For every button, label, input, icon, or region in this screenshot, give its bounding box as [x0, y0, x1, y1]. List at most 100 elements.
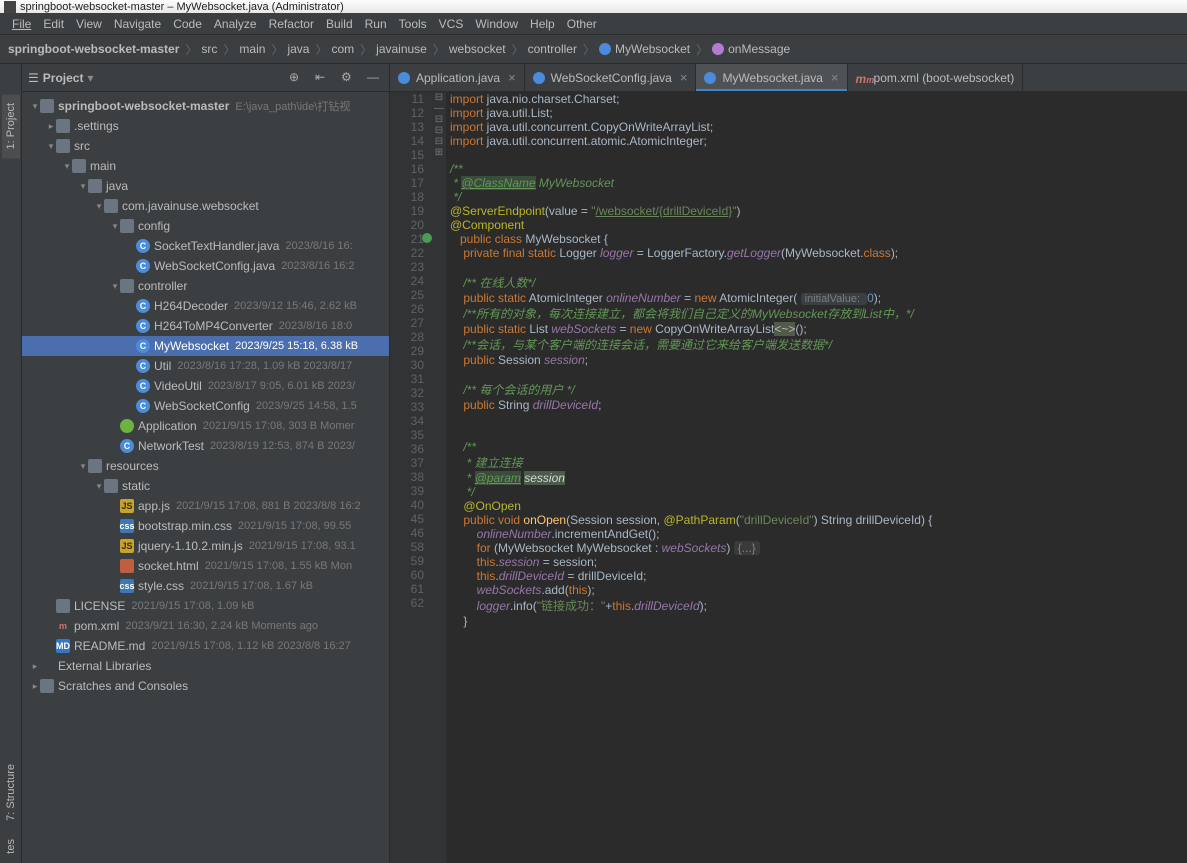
tree-node[interactable]: cssstyle.css2021/9/15 17:08, 1.67 kB	[22, 576, 389, 596]
tree-node[interactable]: ▾static	[22, 476, 389, 496]
hide-icon[interactable]: —	[367, 70, 383, 86]
tool-tab-structure[interactable]: 7: Structure	[2, 755, 20, 830]
close-icon[interactable]: ×	[508, 70, 516, 85]
crumb-root[interactable]: springboot-websocket-master	[8, 42, 179, 56]
tree-node[interactable]: ▾ com.javainuse.websocket	[22, 196, 389, 216]
tree-node[interactable]: JSapp.js2021/9/15 17:08, 881 B 2023/8/8 …	[22, 496, 389, 516]
file-icon	[56, 599, 70, 613]
tree-twisty[interactable]: ▾	[62, 161, 72, 172]
gear-icon[interactable]: ⚙	[341, 70, 357, 86]
tree-node[interactable]: LICENSE2021/9/15 17:08, 1.09 kB	[22, 596, 389, 616]
tree-twisty[interactable]: ▸	[30, 681, 40, 692]
tree-node[interactable]: JSjquery-1.10.2.min.js2021/9/15 17:08, 9…	[22, 536, 389, 556]
locate-icon[interactable]: ⊕	[289, 70, 305, 86]
chevron-down-icon[interactable]: ▾	[87, 71, 93, 85]
java-icon	[136, 379, 150, 393]
menu-tools[interactable]: Tools	[393, 15, 433, 33]
java-icon	[136, 319, 150, 333]
tree-node[interactable]: ▾config	[22, 216, 389, 236]
tree-node[interactable]: ▾src	[22, 136, 389, 156]
tree-node[interactable]: ▾springboot-websocket-masterE:\java_path…	[22, 96, 389, 116]
tree-twisty[interactable]: ▾	[110, 221, 120, 232]
tree-meta: E:\java_path\ide\打钻视	[235, 98, 350, 114]
menu-help[interactable]: Help	[524, 15, 561, 33]
project-tree[interactable]: ▾springboot-websocket-masterE:\java_path…	[22, 92, 389, 863]
tree-twisty[interactable]: ▾	[94, 481, 104, 492]
menu-navigate[interactable]: Navigate	[108, 15, 167, 33]
crumb[interactable]: java	[287, 42, 309, 56]
crumb-method[interactable]: onMessage	[712, 42, 790, 56]
tree-node[interactable]: ▾java	[22, 176, 389, 196]
tree-node[interactable]: MDREADME.md2021/9/15 17:08, 1.12 kB 2023…	[22, 636, 389, 656]
tree-node[interactable]: VideoUtil2023/8/17 9:05, 6.01 kB 2023/	[22, 376, 389, 396]
menu-refactor[interactable]: Refactor	[263, 15, 320, 33]
tree-twisty[interactable]: ▾	[30, 101, 40, 112]
tree-node[interactable]: WebSocketConfig.java2023/8/16 16:2	[22, 256, 389, 276]
tab-label: MyWebsocket.java	[722, 71, 822, 85]
tree-node[interactable]: H264ToMP4Converter2023/8/16 18:0	[22, 316, 389, 336]
title-bar: springboot-websocket-master – MyWebsocke…	[0, 0, 1187, 13]
menu-file[interactable]: File	[6, 15, 37, 33]
project-view-title[interactable]: Project	[43, 71, 84, 85]
file-icon	[398, 72, 410, 84]
tree-node[interactable]: mpom.xml2023/9/21 16:30, 2.24 kB Moments…	[22, 616, 389, 636]
close-icon[interactable]: ×	[831, 70, 839, 85]
java-icon	[136, 299, 150, 313]
menu-edit[interactable]: Edit	[37, 15, 70, 33]
crumb[interactable]: controller	[528, 42, 577, 56]
tree-node[interactable]: MyWebsocket2023/9/25 15:18, 6.38 kB	[22, 336, 389, 356]
menu-other[interactable]: Other	[561, 15, 603, 33]
close-icon[interactable]: ×	[680, 70, 688, 85]
crumb-class[interactable]: MyWebsocket	[599, 42, 690, 56]
tree-twisty[interactable]: ▾	[46, 141, 56, 152]
tree-node[interactable]: ▸External Libraries	[22, 656, 389, 676]
tree-label: style.css	[138, 579, 184, 593]
code-body[interactable]: import java.nio.charset.Charset;import j…	[446, 92, 1187, 863]
crumb[interactable]: main	[239, 42, 265, 56]
tree-twisty[interactable]: ▾	[78, 461, 88, 472]
tree-node[interactable]: WebSocketConfig2023/9/25 14:58, 1.5	[22, 396, 389, 416]
crumb[interactable]: javainuse	[376, 42, 427, 56]
menu-window[interactable]: Window	[469, 15, 524, 33]
menu-vcs[interactable]: VCS	[433, 15, 470, 33]
menu-view[interactable]: View	[70, 15, 108, 33]
tree-twisty[interactable]: ▾	[110, 281, 120, 292]
tool-tab-project[interactable]: 1: Project	[2, 94, 20, 158]
tree-node[interactable]: Util2023/8/16 17:28, 1.09 kB 2023/8/17	[22, 356, 389, 376]
tree-node[interactable]: ▸Scratches and Consoles	[22, 676, 389, 696]
tree-label: com.javainuse.websocket	[122, 199, 259, 213]
menu-analyze[interactable]: Analyze	[208, 15, 263, 33]
tree-node[interactable]: cssbootstrap.min.css2021/9/15 17:08, 99.…	[22, 516, 389, 536]
menu-run[interactable]: Run	[359, 15, 393, 33]
tree-node[interactable]: ▾resources	[22, 456, 389, 476]
crumb[interactable]: src	[201, 42, 217, 56]
tree-node[interactable]: H264Decoder2023/9/12 15:46, 2.62 kB	[22, 296, 389, 316]
tree-node[interactable]: socket.html2021/9/15 17:08, 1.55 kB Mon	[22, 556, 389, 576]
java-icon	[136, 399, 150, 413]
html-icon	[120, 559, 134, 573]
tree-node[interactable]: NetworkTest2023/8/19 12:53, 874 B 2023/	[22, 436, 389, 456]
menu-code[interactable]: Code	[167, 15, 208, 33]
file-icon	[704, 72, 716, 84]
tree-twisty[interactable]: ▸	[30, 661, 40, 672]
crumb[interactable]: websocket	[449, 42, 506, 56]
tree-twisty[interactable]: ▾	[78, 181, 88, 192]
tool-tab-favorites[interactable]: tes	[2, 830, 20, 863]
run-gutter-icon[interactable]	[422, 233, 432, 243]
editor-tab[interactable]: Application.java×	[390, 64, 525, 91]
tree-node[interactable]: SocketTextHandler.java2023/8/16 16:	[22, 236, 389, 256]
tree-node[interactable]: ▾main	[22, 156, 389, 176]
menu-build[interactable]: Build	[320, 15, 359, 33]
gutter-fold[interactable]: ⊟—⊟⊟⊟⊞	[432, 92, 446, 863]
crumb[interactable]: com	[331, 42, 354, 56]
editor-tab[interactable]: MyWebsocket.java ×	[696, 64, 847, 91]
collapse-icon[interactable]: ⇤	[315, 70, 331, 86]
editor-tab[interactable]: mpom.xml (boot-websocket)	[848, 64, 1024, 91]
tree-node[interactable]: Application2021/9/15 17:08, 303 B Momer	[22, 416, 389, 436]
tree-twisty[interactable]: ▾	[94, 201, 104, 212]
tree-node[interactable]: ▸.settings	[22, 116, 389, 136]
tree-node[interactable]: ▾controller	[22, 276, 389, 296]
tree-twisty[interactable]: ▸	[46, 121, 56, 132]
editor-tab[interactable]: WebSocketConfig.java×	[525, 64, 697, 91]
java-icon	[136, 359, 150, 373]
